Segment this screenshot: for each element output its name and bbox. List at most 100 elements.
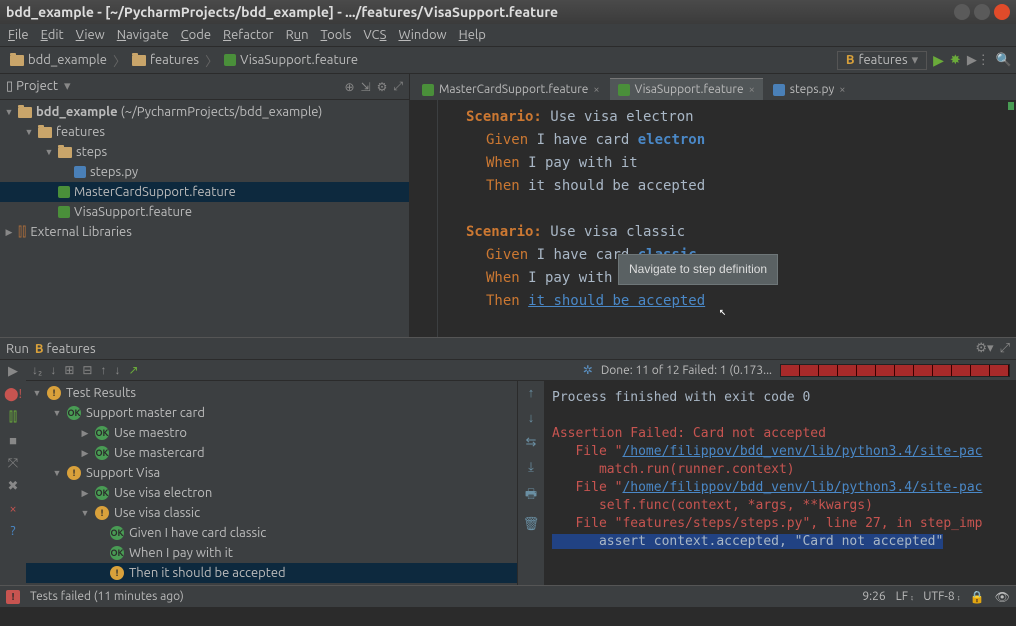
folder-icon [38,127,52,138]
search-icon[interactable]: 🔍 [996,53,1012,68]
tab-steps[interactable]: steps.py× [765,78,854,100]
status-bar: ! Tests failed (11 minutes ago) 9:26 LF … [0,585,1016,607]
run-summary: Done: 11 of 12 Failed: 1 (0.173... [601,364,772,377]
console-output[interactable]: Process finished with exit code 0 Assert… [544,381,1016,585]
test-visa[interactable]: ▼!Support Visa [26,463,517,483]
crumb-root[interactable]: bdd_example [28,53,107,67]
print-icon[interactable]: 🖶 [525,485,537,507]
close-icon[interactable]: × [9,502,16,516]
progress-bar [780,364,1010,377]
gear-icon[interactable]: ⚙ [377,80,388,94]
tree-visa[interactable]: VisaSupport.feature [0,202,409,222]
menu-file[interactable]: File [8,28,29,42]
test-maestro[interactable]: ▶OKUse maestro [26,423,517,443]
caret-position[interactable]: 9:26 [862,590,885,603]
menu-tools[interactable]: Tools [321,28,352,42]
down-icon[interactable]: ↓ [528,410,535,425]
next-icon[interactable]: ↓ [114,363,120,377]
menu-navigate[interactable]: Navigate [117,28,169,42]
test-step-given[interactable]: OKGiven I have card classic [26,523,517,543]
gear-icon[interactable]: ⚙▾ [975,341,993,356]
debug-button[interactable]: ✸ [950,53,961,68]
run-tool-window: Run B features ⚙▾ ⤢ ▶ ⬤! ⫿⫿ ■ ⤧ ✖ × ? ↓₂… [0,337,1016,585]
window-maximize[interactable] [974,4,990,20]
close-icon[interactable]: × [839,84,845,96]
up-icon[interactable]: ↑ [528,385,535,400]
rerun-failed-icon[interactable]: ⫿⫿ [9,410,17,425]
encoding[interactable]: UTF-8 ⨾ [923,590,960,604]
test-root[interactable]: ▼!Test Results [26,383,517,403]
crumb-file[interactable]: VisaSupport.feature [240,53,358,67]
export-icon[interactable]: ↗ [128,363,138,377]
project-view-label[interactable]: ▯ Project [6,79,58,94]
help-icon[interactable]: ? [10,524,15,538]
tree-steps[interactable]: ▼steps [0,142,409,162]
run-config-label: features [859,53,908,67]
breadcrumb[interactable]: bdd_example 〉 features 〉 VisaSupport.fea… [4,51,364,70]
menu-code[interactable]: Code [181,28,211,42]
menu-window[interactable]: Window [398,28,446,42]
menu-edit[interactable]: Edit [41,28,64,42]
run-button[interactable]: ▶ [933,52,944,69]
run-config-selector[interactable]: B features ▾ [837,51,927,70]
menu-vcs[interactable]: VCS [363,28,386,42]
tree-ext-libs[interactable]: ▶⫿⫿External Libraries [0,222,409,242]
scroll-icon[interactable]: ⤓ [528,460,534,475]
filter-icon[interactable]: ↓ [50,363,56,377]
expand-icon[interactable]: ⊞ [64,363,74,377]
test-step-then[interactable]: !Then it should be accepted [26,563,517,583]
pin-icon[interactable]: ⤧ [8,456,18,471]
tree-mastercard[interactable]: MasterCardSupport.feature [0,182,409,202]
run-side-toolbar: ▶ ⬤! ⫿⫿ ■ ⤧ ✖ × ? [0,360,26,585]
rerun-icon[interactable]: ▶ [8,364,18,379]
sort-icon[interactable]: ↓₂ [32,363,42,377]
status-message: Tests failed (11 minutes ago) [30,590,184,603]
menu-view[interactable]: View [76,28,105,42]
close-icon[interactable]: × [749,84,755,96]
wrap-icon[interactable]: ⇆ [526,435,537,450]
file-link[interactable]: /home/filippov/bdd_venv/lib/python3.4/si… [622,444,982,459]
run-more-icon[interactable]: ▶⋮ [967,53,990,68]
scroll-to-icon[interactable]: ⊕ [345,80,355,94]
run-tab-label[interactable]: Run B features [6,342,96,356]
hide-icon[interactable]: ⤢ [393,80,403,94]
menu-help[interactable]: Help [459,28,486,42]
window-minimize[interactable] [954,4,970,20]
tree-features[interactable]: ▼features [0,122,409,142]
trash-icon[interactable]: 🗑 [523,517,540,532]
hide-icon[interactable]: ⤢ [1000,341,1010,356]
step-link[interactable]: it should be accepted [528,293,705,309]
tab-visa[interactable]: VisaSupport.feature× [610,78,763,100]
kill-icon[interactable]: ✖ [8,479,19,494]
stop-icon[interactable]: ■ [9,433,17,448]
folder-icon [18,107,32,118]
collapse-icon[interactable]: ⇲ [361,80,371,94]
line-sep[interactable]: LF ⨾ [896,590,914,604]
file-link[interactable]: /home/filippov/bdd_venv/lib/python3.4/si… [622,480,982,495]
gear-icon[interactable]: ✲ [583,363,593,377]
test-mc[interactable]: ▼OKSupport master card [26,403,517,423]
tree-steps-py[interactable]: steps.py [0,162,409,182]
tab-mastercard[interactable]: MasterCardSupport.feature× [414,78,608,100]
window-close[interactable] [994,4,1010,20]
project-tree[interactable]: ▼bdd_example (~/PycharmProjects/bdd_exam… [0,100,409,337]
test-classic[interactable]: ▼!Use visa classic [26,503,517,523]
test-electron[interactable]: ▶OKUse visa electron [26,483,517,503]
tree-root[interactable]: ▼bdd_example (~/PycharmProjects/bdd_exam… [0,102,409,122]
menu-refactor[interactable]: Refactor [223,28,274,42]
collapse-icon[interactable]: ⊟ [82,363,92,377]
menu-run[interactable]: Run [286,28,309,42]
lock-icon[interactable]: 🔒 [970,590,985,604]
test-results-tree[interactable]: ▼!Test Results ▼OKSupport master card ▶O… [26,381,518,585]
gherkin-icon [58,206,70,218]
test-step-when[interactable]: OKWhen I pay with it [26,543,517,563]
toggle-break-icon[interactable]: ⬤! [4,387,22,402]
inspector-icon[interactable]: 👁 [995,590,1010,604]
window-title: bdd_example - [~/PycharmProjects/bdd_exa… [6,4,558,20]
test-mastercard[interactable]: ▶OKUse mastercard [26,443,517,463]
crumb-folder[interactable]: features [150,53,199,67]
close-icon[interactable]: × [593,84,599,96]
prev-icon[interactable]: ↑ [100,363,106,377]
error-icon[interactable]: ! [6,590,20,604]
code-editor[interactable]: Scenario: Use visa electron Given I have… [410,100,1016,337]
